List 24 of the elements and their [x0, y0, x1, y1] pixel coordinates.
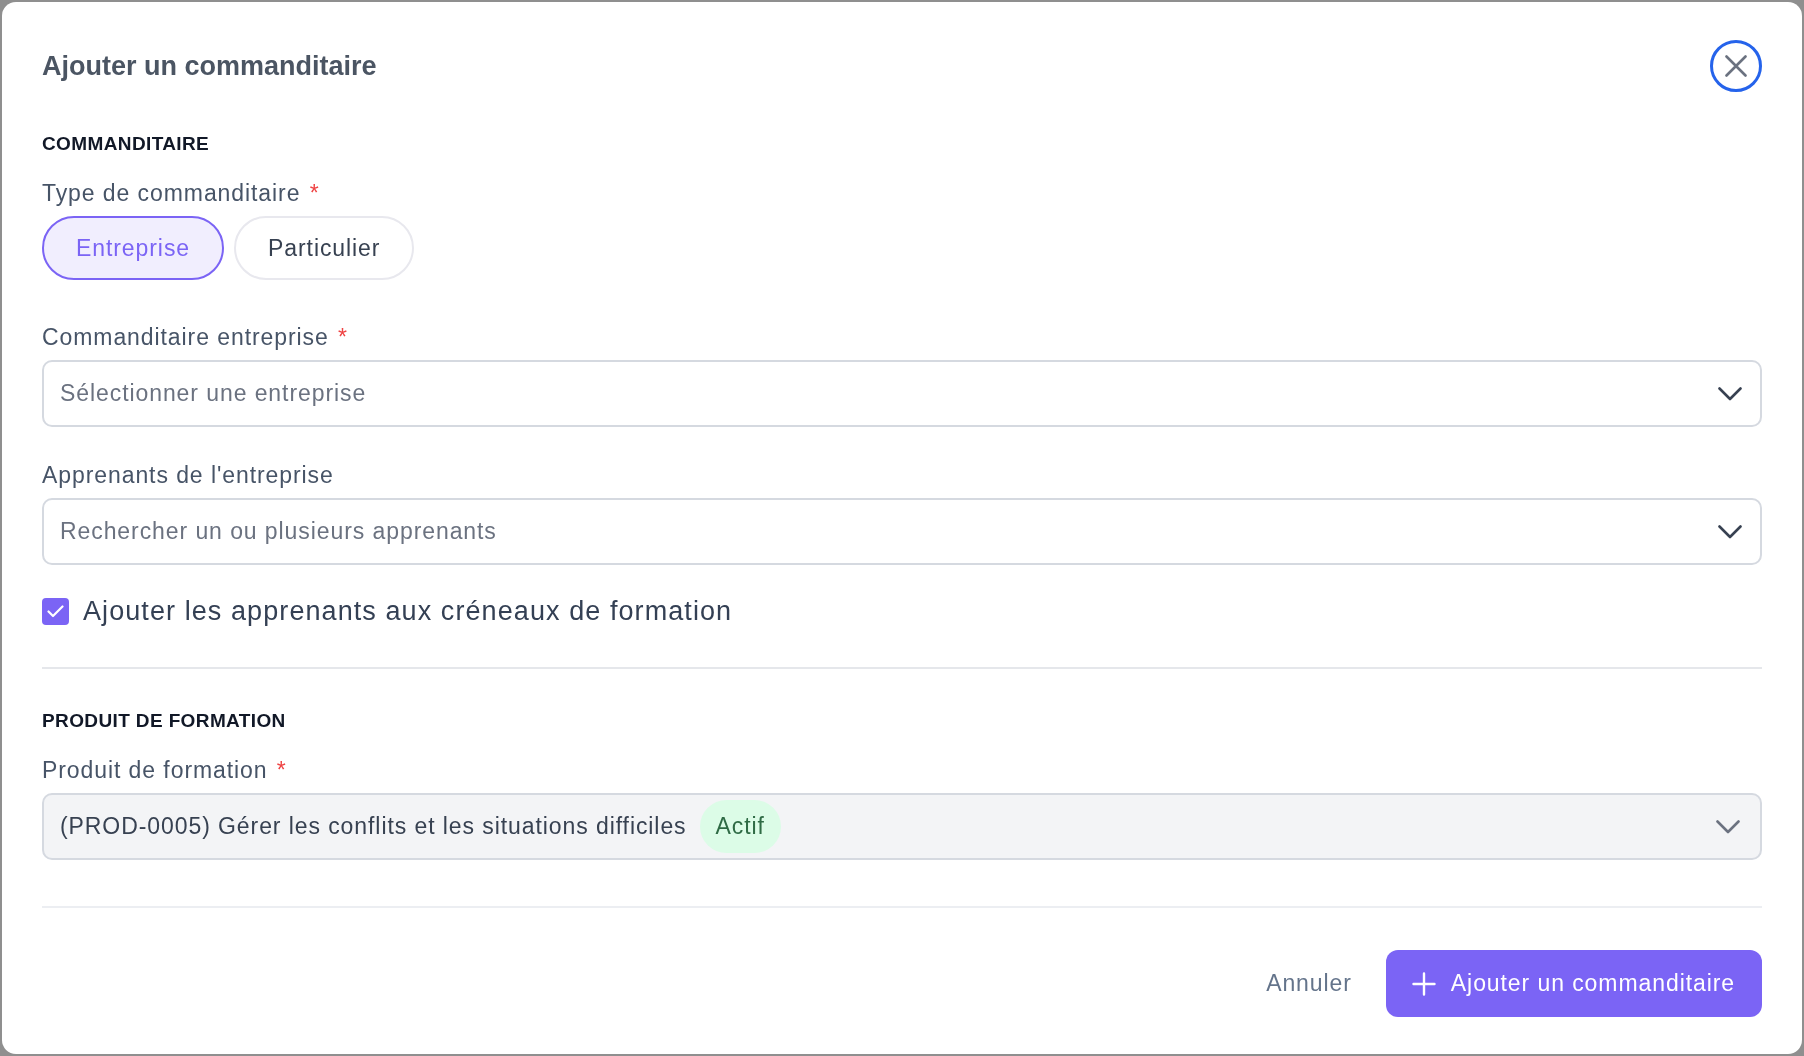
checkbox-label: Ajouter les apprenants aux créneaux de formation [83, 596, 733, 626]
dialog-title: Ajouter un commanditaire [42, 50, 377, 82]
type-toggle-button[interactable]: Entreprise [42, 216, 225, 280]
field-label: Commanditaire entreprise * [42, 323, 349, 351]
select-field[interactable]: Sélectionner une entreprise [42, 360, 1762, 427]
close-button[interactable] [1710, 40, 1762, 92]
field-label: Type de commanditaire * [42, 179, 321, 207]
chevron-down-icon [1716, 819, 1740, 834]
type-toggle-button[interactable]: Particulier [234, 216, 415, 280]
plus-icon [1411, 971, 1436, 996]
field-label: Apprenants de l'entreprise [42, 461, 335, 489]
chevron-down-icon [1718, 525, 1742, 539]
cancel-button[interactable]: Annuler [1266, 950, 1352, 1017]
close-icon [1725, 55, 1747, 77]
add-sponsor-button[interactable]: Ajouter un commanditaire [1385, 950, 1762, 1017]
section-heading: COMMANDITAIRE [42, 132, 211, 156]
section-heading: PRODUIT DE FORMATION [42, 709, 287, 733]
chevron-down-icon [1718, 387, 1742, 401]
selected-value: (PROD-0005) Gérer les conflits et les situations difficiles [60, 812, 687, 842]
select-field[interactable]: Rechercher un ou plusieurs apprenants [42, 498, 1762, 565]
field-label: Produit de formation * [42, 756, 288, 784]
status-badge: Actif [699, 800, 781, 853]
checkmark-icon [47, 604, 64, 618]
checkbox[interactable] [42, 597, 69, 625]
